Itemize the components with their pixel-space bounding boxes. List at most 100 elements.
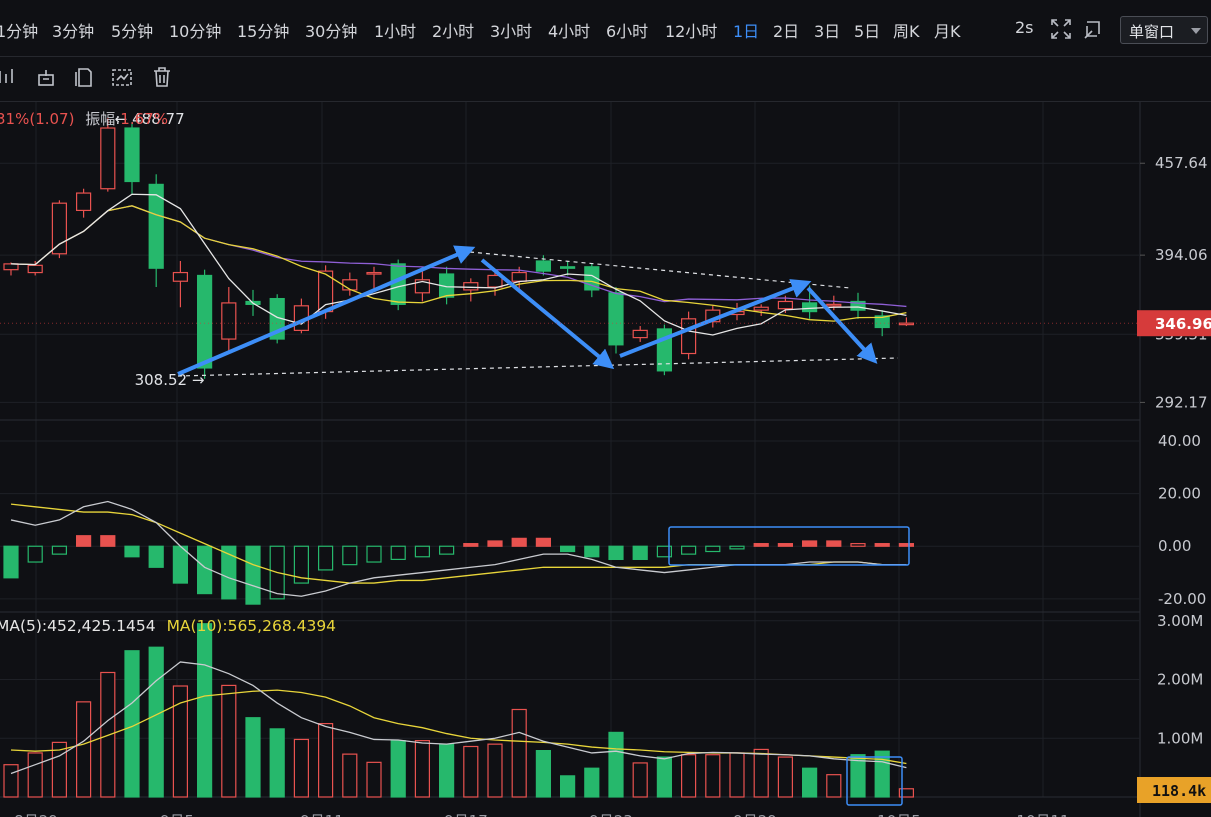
volume-bar-18: [439, 743, 455, 798]
volume-bar-21: [511, 708, 527, 798]
macd-bar-32: [777, 543, 794, 547]
macd-bar-31: [753, 543, 769, 547]
volume-bar-17: [414, 740, 430, 798]
volume-ma-info: MA(5):452,425.1454 MA(10):565,268.4394: [0, 617, 336, 635]
volume-bar-30: [729, 752, 745, 798]
volume-bar-11: [269, 728, 285, 798]
candle-body-0: [3, 263, 19, 271]
x-axis-label-2: 9月11: [300, 812, 344, 817]
macd-bar-7: [172, 545, 188, 584]
volume-bar-12: [293, 738, 309, 798]
volume-axis-label-2: 1.00M: [1157, 729, 1203, 747]
volume-bar-0: [3, 764, 19, 798]
volume-bar-19: [463, 745, 479, 798]
macd-bar-2: [51, 545, 68, 555]
macd-bar-6: [148, 545, 164, 568]
x-axis-label-3: 9月17: [444, 812, 488, 817]
macd-axis-label-3: -20.00: [1158, 590, 1206, 608]
macd-bar-5: [124, 545, 140, 558]
macd-bar-21: [511, 537, 527, 547]
x-axis-label-1: 9月5: [160, 812, 194, 817]
macd-bar-15: [366, 545, 382, 563]
macd-axis-label-1: 20.00: [1158, 485, 1201, 503]
candle-body-23: [559, 266, 576, 269]
ohlc-info-line: 31%(1.07) 振幅:1.67%: [0, 108, 168, 129]
volume-bar-31: [753, 748, 769, 798]
macd-bar-14: [342, 545, 358, 566]
volume-axis-label-0: 3.00M: [1157, 612, 1203, 630]
candle-body-2: [51, 202, 68, 255]
volume-bar-33: [801, 767, 818, 798]
volume-bar-29: [705, 754, 721, 798]
macd-bar-17: [414, 545, 430, 558]
macd-bar-19: [463, 543, 479, 547]
volume-bar-1: [27, 752, 43, 798]
price-ma10-line: [10, 205, 907, 322]
macd-bar-30: [729, 545, 745, 550]
x-axis-label-5: 9月29: [733, 812, 777, 817]
volume-ma10-value: MA(10):565,268.4394: [166, 617, 337, 635]
volume-bar-15: [366, 761, 382, 798]
volume-bar-8: [197, 623, 213, 798]
macd-bar-1: [27, 545, 43, 563]
amplitude-label: 振幅:: [85, 110, 121, 128]
macd-axis-label-2: 0.00: [1158, 537, 1191, 555]
candle-body-8: [197, 274, 213, 369]
candle-body-31: [753, 306, 769, 311]
volume-ma5-value: MA(5):452,425.1454: [0, 617, 156, 635]
volume-bar-26: [632, 762, 648, 798]
volume-bar-16: [390, 740, 406, 798]
low-price-annotation: 308.52 →: [135, 371, 205, 389]
macd-bar-26: [632, 545, 648, 560]
macd-bar-25: [608, 545, 624, 560]
trend-arrow-2: [619, 279, 812, 358]
candle-body-14: [342, 279, 358, 291]
candle-body-5: [124, 127, 140, 183]
volume-bar-9: [221, 684, 237, 798]
candle-body-19: [463, 282, 479, 291]
support-trendline: [177, 357, 899, 377]
macd-bar-18: [439, 545, 455, 555]
volume-bar-23: [559, 775, 576, 798]
macd-bar-35: [850, 543, 866, 547]
macd-bar-22: [535, 537, 552, 547]
price-axis-label-0: 457.64: [1155, 154, 1208, 172]
price-axis-label-1: 394.06: [1155, 246, 1208, 264]
macd-bar-24: [584, 545, 600, 558]
macd-bar-4: [100, 535, 116, 547]
macd-bar-13: [318, 545, 334, 571]
macd-bar-3: [75, 535, 92, 547]
macd-bar-33: [801, 540, 818, 547]
volume-bar-32: [777, 756, 794, 798]
x-axis-label-6: 10月5: [877, 812, 921, 817]
kline-chart[interactable]: 457.64394.06339.31292.17← 488.77308.52 →…: [0, 0, 1211, 817]
macd-dif-line: [10, 500, 907, 597]
volume-axis-label-1: 2.00M: [1157, 671, 1203, 689]
macd-bar-37: [898, 543, 915, 547]
x-axis-label-7: 10月11: [1016, 812, 1069, 817]
volume-bar-25: [608, 731, 624, 798]
price-change-value: 31%(1.07): [0, 110, 75, 128]
volume-bar-13: [318, 722, 334, 798]
candle-body-7: [172, 271, 188, 282]
candle-body-26: [632, 329, 648, 339]
macd-bar-34: [826, 540, 842, 547]
price-axis-label-3: 292.17: [1155, 393, 1208, 411]
volume-bar-20: [487, 743, 503, 798]
macd-bar-0: [3, 545, 19, 579]
macd-bar-36: [874, 543, 890, 547]
volume-bar-3: [75, 701, 92, 798]
volume-bar-36: [874, 750, 890, 798]
volume-bar-6: [148, 646, 164, 798]
candle-body-9: [221, 302, 237, 340]
volume-ma10-line: [10, 689, 907, 765]
volume-bar-27: [656, 756, 673, 798]
macd-bar-16: [390, 545, 406, 560]
x-axis-label-0: 8月29: [14, 812, 58, 817]
amplitude-value: 1.67%: [120, 110, 168, 128]
candle-body-3: [75, 192, 92, 212]
current-volume-label: 118.4k: [1152, 782, 1206, 800]
volume-bar-10: [245, 717, 261, 798]
candle-body-33: [801, 302, 818, 313]
candle-body-25: [608, 292, 624, 346]
